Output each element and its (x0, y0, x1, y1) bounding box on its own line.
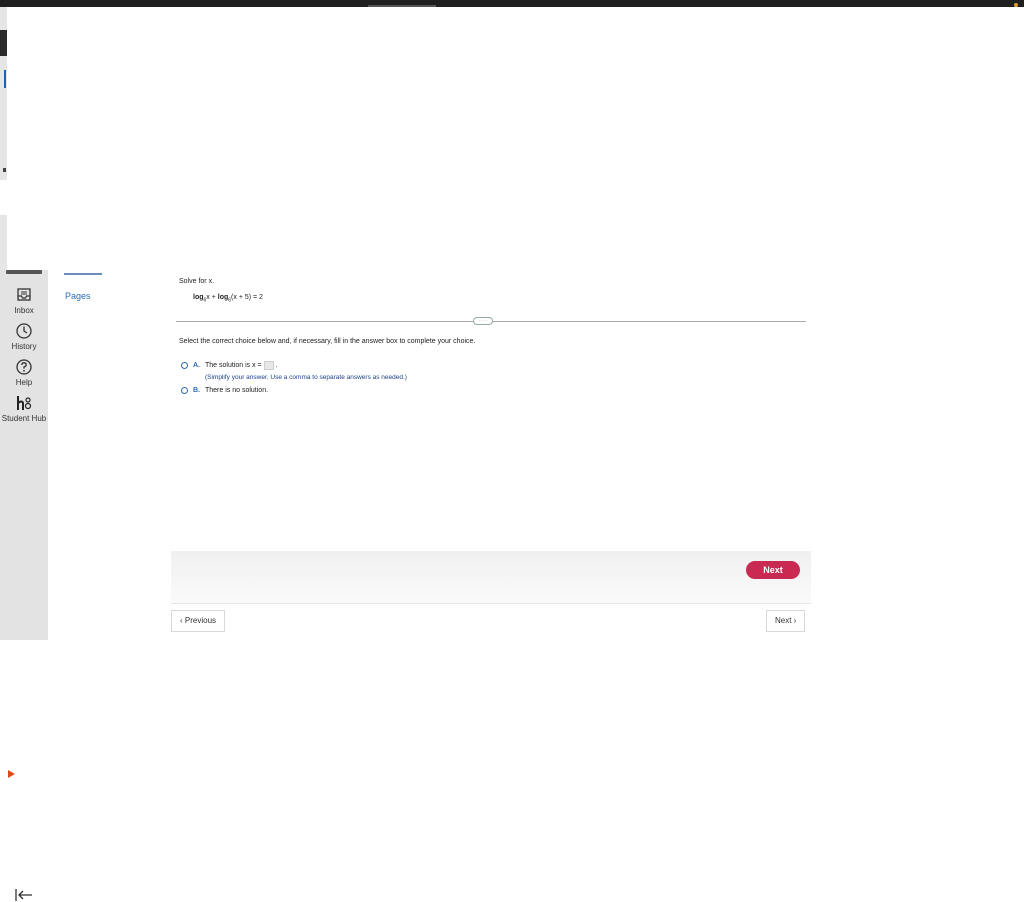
background-left-strip-accent (4, 70, 6, 88)
course-nav-pages-link[interactable]: Pages (65, 291, 91, 301)
sidebar-item-label: Help (15, 378, 33, 387)
equation-log-1: log (193, 294, 204, 301)
next-button[interactable]: Next › (766, 610, 806, 632)
browser-top-bar (0, 0, 1024, 7)
play-icon (8, 770, 15, 778)
sidebar-item-label: History (11, 342, 37, 351)
sidebar-item-inbox[interactable]: Inbox (0, 286, 48, 315)
next-button-primary[interactable]: Next (746, 561, 800, 579)
sidebar-item-help[interactable]: Help (0, 358, 48, 387)
course-navigation: Pages (48, 270, 170, 640)
question-panel: Solve for x. log6x + log6(x + 5) = 2 · ·… (171, 270, 811, 550)
choice-a-radio[interactable] (181, 362, 188, 369)
media-play-button[interactable] (0, 764, 22, 784)
choice-b-text: There is no solution. (205, 387, 269, 394)
sidebar-item-label: Student Hub (1, 414, 47, 423)
footer-divider (171, 603, 811, 604)
choice-a-text: The solution is x = (205, 362, 262, 369)
choice-a-letter: A. (193, 362, 200, 369)
browser-tab-indicator (368, 5, 436, 7)
answer-input[interactable] (263, 361, 274, 370)
course-nav-clipped-item (64, 270, 102, 275)
divider-expand-button[interactable]: · · · (473, 317, 493, 325)
previous-button[interactable]: ‹ Previous (171, 610, 226, 632)
global-sidebar: Inbox History Help Student Hub (0, 270, 48, 901)
background-left-strip-gap (0, 180, 7, 215)
question-equation: log6x + log6(x + 5) = 2 (193, 294, 263, 303)
choice-a[interactable]: A. The solution is x = . (181, 361, 278, 370)
help-icon (16, 359, 32, 375)
question-prompt: Solve for x. (179, 278, 215, 285)
equation-plus: + (209, 294, 218, 301)
choice-a-text-end: . (275, 362, 278, 369)
sidebar-clipped-item (6, 270, 42, 274)
equation-arg-2: (x + 5) = 2 (231, 294, 263, 301)
background-left-strip-dark (0, 30, 7, 56)
question-action-bar: Next (171, 551, 811, 603)
inbox-icon (17, 288, 31, 301)
clock-icon (16, 323, 32, 339)
equation-log-2: log (217, 294, 229, 301)
status-dot (1014, 3, 1018, 7)
choice-b[interactable]: B. There is no solution. (181, 387, 268, 394)
sidebar-item-student-hub[interactable]: Student Hub (0, 394, 48, 423)
sidebar-item-label: Inbox (14, 306, 34, 315)
choice-b-radio[interactable] (181, 387, 188, 394)
answer-hint: (Simplify your answer. Use a comma to se… (205, 374, 407, 381)
question-instruction: Select the correct choice below and, if … (179, 338, 476, 345)
student-hub-icon (17, 396, 32, 410)
collapse-sidebar-icon[interactable] (14, 888, 34, 902)
sidebar-item-history[interactable]: History (0, 322, 48, 351)
background-left-strip-mark (3, 168, 6, 172)
choice-b-letter: B. (193, 387, 200, 394)
